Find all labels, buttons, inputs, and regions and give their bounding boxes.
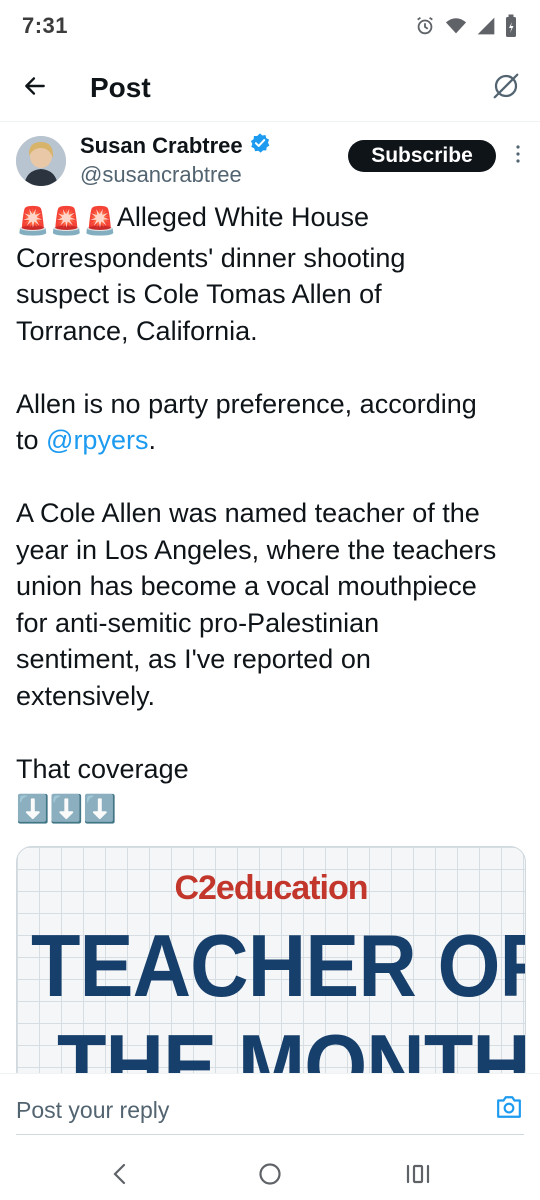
siren-emoji: 🚨 — [83, 206, 117, 236]
media-headline-line1: TEACHER OF — [31, 916, 526, 1015]
nav-home-button[interactable] — [250, 1156, 290, 1196]
back-button[interactable] — [0, 58, 70, 118]
more-options-button[interactable] — [510, 144, 526, 168]
author-name[interactable]: Susan Crabtree — [80, 132, 271, 160]
page-title: Post — [90, 72, 151, 103]
arrow-left-icon — [22, 73, 48, 104]
post-text-para2-end: . — [148, 425, 156, 455]
reply-bar: Post your reply — [0, 1073, 540, 1145]
grok-button[interactable] — [486, 68, 526, 108]
author-name-text: Susan Crabtree — [80, 133, 243, 158]
header-divider — [0, 121, 540, 122]
reply-divider — [16, 1134, 524, 1135]
post-text-line1: Alleged White House — [116, 202, 370, 232]
nav-recents-button[interactable] — [398, 1156, 438, 1196]
down-arrow-emoji: ⬇️ — [83, 794, 117, 824]
camera-icon — [496, 1095, 522, 1124]
mention-link[interactable]: @rpyers — [46, 425, 148, 455]
author-row: Susan Crabtree @susancrabtree Subscribe — [16, 130, 526, 194]
post-text: 🚨🚨🚨Alleged White House Correspondents' d… — [16, 199, 528, 828]
nav-back-icon — [110, 1162, 130, 1191]
post-text-para4: That coverage — [16, 753, 189, 784]
siren-emoji: 🚨 — [49, 206, 84, 236]
media-image[interactable]: C2education TEACHER OF THE MONTH — [16, 846, 526, 1086]
media-brand: C2education — [174, 869, 368, 907]
siren-emoji: 🚨 — [16, 206, 50, 236]
camera-button[interactable] — [494, 1094, 524, 1124]
top-bar: Post — [0, 58, 540, 118]
verified-badge-icon — [249, 132, 271, 160]
reply-input[interactable]: Post your reply — [16, 1092, 456, 1128]
more-vertical-icon — [515, 144, 521, 169]
nav-home-icon — [257, 1161, 283, 1192]
status-time: 7:31 — [22, 13, 69, 38]
subscribe-button[interactable]: Subscribe — [348, 140, 496, 172]
author-handle[interactable]: @susancrabtree — [80, 162, 242, 188]
wifi-icon — [444, 15, 468, 37]
battery-icon — [504, 14, 518, 38]
down-arrow-emoji: ⬇️ — [49, 794, 84, 824]
signal-icon — [476, 15, 496, 37]
grok-icon — [491, 71, 521, 106]
nav-back-button[interactable] — [100, 1156, 140, 1196]
down-arrow-emoji: ⬇️ — [16, 794, 50, 824]
system-nav-bar — [0, 1146, 540, 1200]
status-icons — [414, 14, 518, 38]
post-text-para3: A Cole Allen was named teacher of the ye… — [16, 498, 497, 711]
avatar[interactable] — [16, 136, 66, 186]
nav-recents-icon — [405, 1162, 431, 1191]
status-bar: 7:31 — [0, 0, 540, 52]
post-text-para1: Correspondents' dinner shooting suspect … — [16, 242, 406, 346]
alarm-icon — [414, 15, 436, 37]
